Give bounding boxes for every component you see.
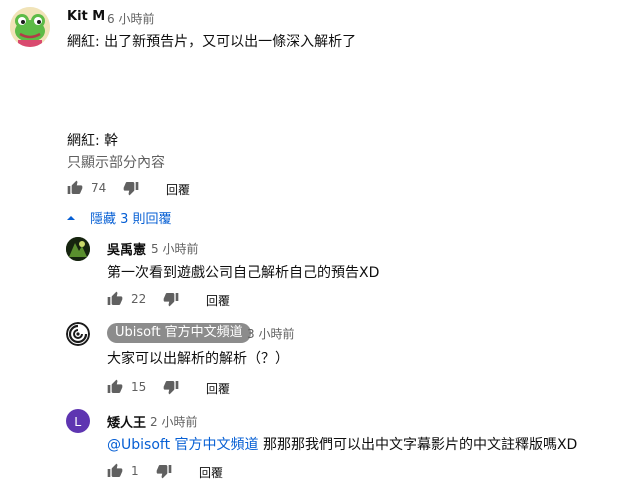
main-comment-avatar[interactable] [10,7,50,47]
reply1-avatar[interactable] [66,237,90,261]
reply-button[interactable]: 回覆 [206,380,230,397]
reply2-text: 大家可以出解析的解析（？） [107,351,289,367]
mention-link[interactable]: @Ubisoft 官方中文頻道 [107,437,259,453]
reply3-text: @Ubisoft 官方中文頻道 那那那我們可以出中文字幕影片的中文註釋版嗎XD [107,434,577,454]
like-icon[interactable] [106,291,124,307]
ubisoft-logo-icon [66,322,90,346]
reply-button[interactable]: 回覆 [206,292,230,309]
dislike-icon[interactable] [162,291,180,307]
reply3-author[interactable]: 矮人王 [107,412,146,431]
main-comment-text-line1: 網紅: 出了新預告片，又可以出一條深入解析了 [67,34,357,50]
main-comment-time[interactable]: 6 小時前 [107,10,154,27]
like-count: 74 [91,181,107,195]
like-icon[interactable] [66,180,84,196]
avatar-letter: L [74,413,82,429]
main-comment-author[interactable]: Kit M [67,9,105,24]
reply1-author[interactable]: 吳禹憲 [107,239,146,258]
chevron-up-icon [67,215,75,220]
reply1-text: 第一次看到遊戲公司自己解析自己的預告XD [107,265,380,281]
main-comment-text-line2: 網紅: 幹 [67,133,119,149]
dislike-icon[interactable] [155,463,173,479]
reply1-time[interactable]: 5 小時前 [151,240,198,257]
reply-button[interactable]: 回覆 [199,464,223,481]
frog-avatar-icon [10,7,50,47]
reply3-time[interactable]: 2 小時前 [150,413,197,430]
reply2-avatar[interactable] [66,322,90,346]
hide-replies-label: 隱藏 3 則回覆 [90,212,172,227]
reply2-time[interactable]: 3 小時前 [247,325,294,342]
show-less-link[interactable]: 只顯示部分內容 [67,152,165,172]
like-count: 15 [131,380,147,394]
hide-replies-toggle[interactable]: 隱藏 3 則回覆 [66,208,172,227]
reply-button[interactable]: 回覆 [166,181,190,198]
like-count: 1 [131,464,139,478]
dislike-icon[interactable] [162,379,180,395]
reply3-text-body: 那那那我們可以出中文字幕影片的中文註釋版嗎XD [258,437,578,453]
like-count: 22 [131,292,147,306]
reply3-avatar[interactable]: L [66,409,90,433]
reply2-author-badge[interactable]: Ubisoft 官方中文頻道 [107,323,251,343]
like-icon[interactable] [106,379,124,395]
like-icon[interactable] [106,463,124,479]
game-avatar-icon [66,237,90,261]
dislike-icon[interactable] [122,180,140,196]
